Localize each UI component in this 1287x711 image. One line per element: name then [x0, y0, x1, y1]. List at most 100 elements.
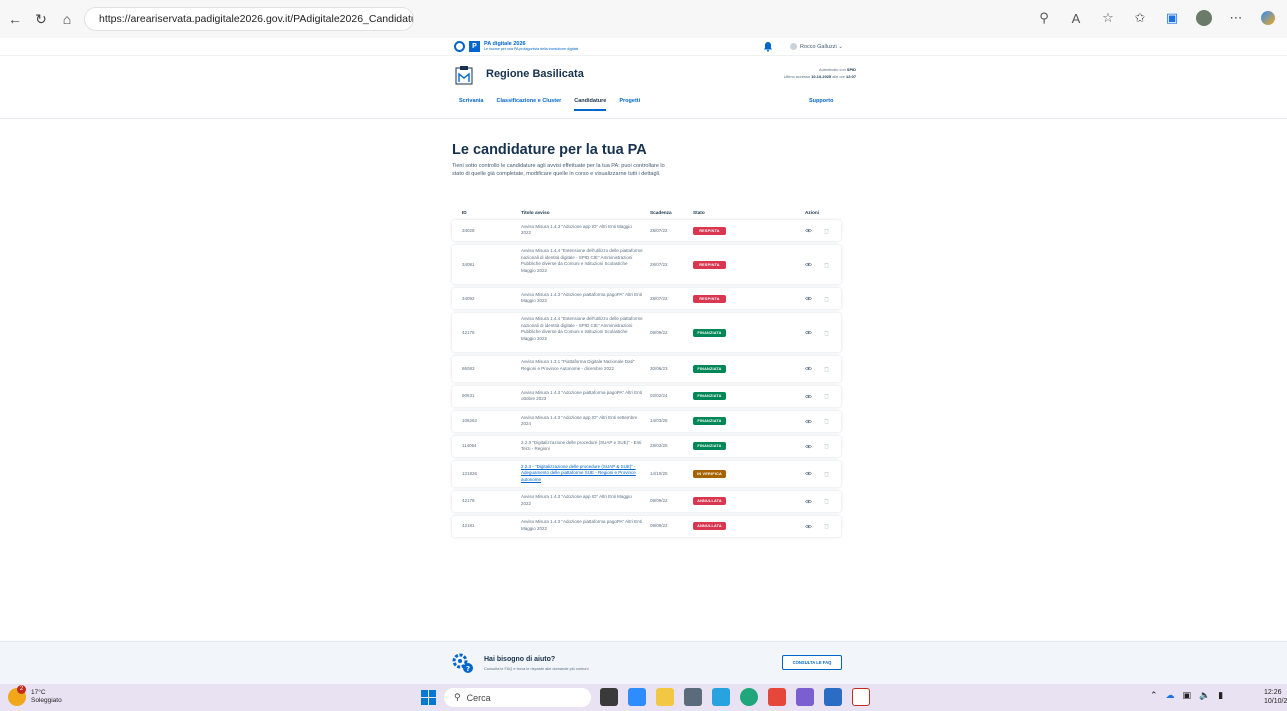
table-row: 106262 Avviso Misura 1.4.3 "Adozione app …: [452, 410, 841, 432]
view-eye-icon[interactable]: [805, 296, 812, 301]
view-eye-icon[interactable]: [805, 471, 812, 476]
auth-method: SPID: [846, 67, 856, 72]
user-menu[interactable]: Rocco Galluzzi ⌄: [790, 43, 843, 50]
menu-supporto[interactable]: Supporto: [809, 98, 833, 104]
view-eye-icon[interactable]: [805, 524, 812, 529]
collections-icon[interactable]: ▣: [1161, 7, 1183, 29]
table-row: 34028 Avviso Misura 1.4.3 "Adozione app I…: [452, 220, 841, 241]
page-intro: Tieni sotto controllo le candidature agl…: [452, 163, 665, 177]
clock[interactable]: 12:26 10/10/2025: [1264, 688, 1287, 706]
back-arrow-icon[interactable]: ←: [4, 8, 26, 30]
cloud-icon[interactable]: ☁: [1166, 690, 1175, 701]
copilot-icon[interactable]: [1257, 7, 1279, 29]
edge-browser-icon[interactable]: [740, 688, 758, 706]
file-explorer-icon[interactable]: [656, 688, 674, 706]
user-avatar: [790, 43, 797, 50]
last-access-label: Ultimo accesso: [783, 74, 811, 79]
row-id: 42176: [462, 329, 475, 335]
row-deadline: 28/03/25: [650, 443, 668, 449]
row-deadline: 09/09/22: [650, 498, 668, 504]
brand[interactable]: P PA digitale 2026 Le risorse per una PA…: [454, 41, 578, 52]
delete-trash-icon[interactable]: [824, 471, 829, 477]
page: P PA digitale 2026 Le risorse per una PA…: [0, 38, 1287, 684]
favorites-icon[interactable]: ✩: [1129, 7, 1151, 29]
table-row: 42178 Avviso Misura 1.4.3 "Adozione app I…: [452, 490, 841, 512]
row-title[interactable]: 2.2.3 - "Digitalizzazione delle procedur…: [521, 464, 643, 484]
view-eye-icon[interactable]: [805, 228, 812, 233]
col-deadline: Scadenza: [650, 210, 672, 215]
bell-icon[interactable]: [763, 41, 773, 52]
delete-trash-icon[interactable]: [824, 366, 829, 372]
chevron-up-icon[interactable]: ⌃: [1150, 690, 1158, 701]
delete-trash-icon[interactable]: [824, 262, 829, 268]
word-icon[interactable]: [824, 688, 842, 706]
taskbar-apps: [600, 688, 870, 706]
address-bar[interactable]: https://areariservata.padigitale2026.gov…: [84, 7, 414, 31]
table-row: 90531 Avviso Misura 1.4.3 "Adozione piatt…: [452, 385, 841, 407]
view-eye-icon[interactable]: [805, 262, 812, 267]
view-eye-icon[interactable]: [805, 366, 812, 371]
calculator-icon[interactable]: [684, 688, 702, 706]
delete-trash-icon[interactable]: [824, 443, 829, 450]
delete-trash-icon[interactable]: [824, 498, 829, 504]
view-eye-icon[interactable]: [805, 394, 812, 399]
profile-avatar[interactable]: [1193, 7, 1215, 29]
view-eye-icon[interactable]: [805, 499, 812, 504]
teams-icon[interactable]: [628, 688, 646, 706]
status-badge: FINANZIATA: [693, 392, 726, 401]
delete-trash-icon[interactable]: [824, 393, 829, 400]
task-view-icon[interactable]: [600, 688, 618, 706]
zoom-icon[interactable]: ⚲: [1033, 7, 1055, 29]
outlook-icon[interactable]: [796, 688, 814, 706]
table-row: 34092 Avviso Misura 1.4.3 "Adozione piatt…: [452, 288, 841, 309]
status-badge: FINANZIATA: [693, 417, 726, 426]
windows-start-icon[interactable]: [421, 690, 436, 705]
status-badge: IN VERIFICA: [693, 469, 726, 478]
last-access-time: 12:07: [846, 74, 856, 79]
row-title: Avviso Misura 1.4.3 "Adozione app IO" Al…: [521, 494, 632, 507]
browser-toolbar: ← ↻ ⌂ https://areariservata.padigitale20…: [0, 0, 1287, 38]
table-header: ID Titolo avviso Scadenza Stato Azioni: [452, 207, 841, 217]
row-title: Avviso Misura 1.4.4 "Estensione dell'uti…: [521, 316, 643, 341]
menu-candidature[interactable]: Candidature: [574, 98, 607, 111]
faq-button[interactable]: CONSULTA LE FAQ: [782, 655, 842, 670]
weather-widget[interactable]: 2 17°C Soleggiato: [8, 685, 62, 706]
view-eye-icon[interactable]: [805, 419, 812, 424]
read-aloud-icon[interactable]: A: [1065, 7, 1087, 29]
user-name: Rocco Galluzzi ⌄: [800, 43, 843, 50]
delete-trash-icon[interactable]: [824, 228, 829, 234]
status-badge: RESPINTA: [693, 294, 726, 303]
volume-icon[interactable]: 🔈: [1199, 690, 1210, 701]
home-icon[interactable]: ⌂: [56, 8, 78, 30]
reload-icon[interactable]: ↻: [30, 8, 52, 30]
status-badge: FINANZIATA: [693, 328, 726, 337]
table-row: 121826 2.2.3 - "Digitalizzazione delle pr…: [452, 460, 841, 487]
menu-classificazione[interactable]: Classificazione e Cluster: [496, 98, 561, 111]
menu-scrivania[interactable]: Scrivania: [459, 98, 483, 111]
favorite-star-icon[interactable]: ☆: [1097, 7, 1119, 29]
delete-trash-icon[interactable]: [824, 418, 829, 425]
system-tray: ⌃ ☁ ▣ 🔈 ▮: [1150, 690, 1223, 701]
delete-trash-icon[interactable]: [824, 330, 829, 336]
row-id: 106262: [462, 418, 478, 424]
search-placeholder: Cerca: [466, 692, 491, 703]
view-eye-icon[interactable]: [805, 444, 812, 449]
help-title: Hai bisogno di aiuto?: [484, 656, 556, 663]
battery-icon[interactable]: ▮: [1218, 690, 1223, 701]
row-deadline: 02/02/24: [650, 393, 668, 399]
menu-progetti[interactable]: Progetti: [619, 98, 640, 111]
delete-trash-icon[interactable]: [824, 296, 829, 302]
acrobat-icon[interactable]: [852, 688, 870, 706]
store-icon[interactable]: [768, 688, 786, 706]
app-blue-icon[interactable]: [712, 688, 730, 706]
taskbar-search[interactable]: ⚲ Cerca: [444, 688, 591, 707]
view-eye-icon[interactable]: [805, 330, 812, 335]
table-row: 114064 2.2.3 "Digitalizzazione delle proc…: [452, 435, 841, 457]
row-id: 42181: [462, 523, 475, 529]
row-title: Avviso Misura 1.4.3 "Adozione piattaform…: [521, 389, 642, 402]
more-icon[interactable]: ⋯: [1225, 7, 1247, 29]
delete-trash-icon[interactable]: [824, 523, 829, 529]
help-banner: ? Hai bisogno di aiuto? Consulta le FAQ …: [0, 641, 1287, 684]
clock-time: 12:26: [1264, 689, 1282, 696]
network-icon[interactable]: ▣: [1183, 690, 1192, 701]
